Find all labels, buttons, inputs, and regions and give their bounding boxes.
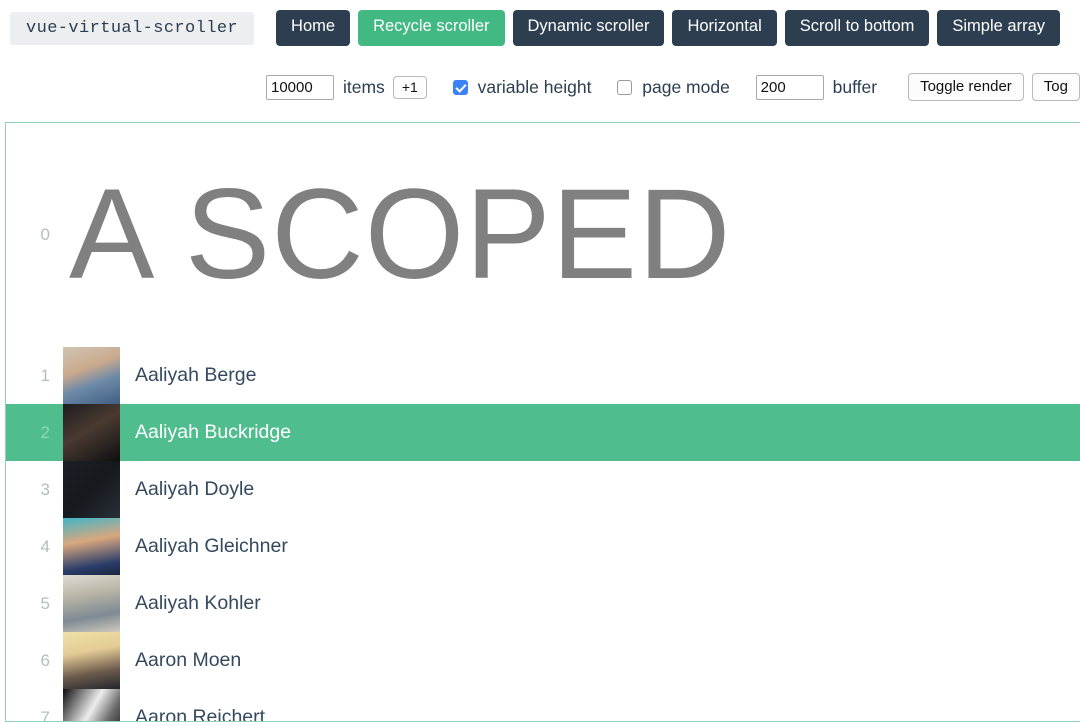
list-item[interactable]: 5 Aaliyah Kohler <box>6 575 1080 632</box>
variable-height-checkbox-group[interactable]: variable height <box>453 77 592 98</box>
demo-controls-bar: items +1 variable height page mode buffe… <box>0 56 1080 118</box>
toggle-render-button[interactable]: Toggle render <box>908 73 1024 101</box>
list-item[interactable]: 6 Aaron Moen <box>6 632 1080 689</box>
nav-button-horizontal[interactable]: Horizontal <box>672 10 776 46</box>
toggle-secondary-button[interactable]: Tog <box>1032 73 1080 101</box>
item-index: 4 <box>6 537 63 557</box>
avatar <box>63 461 120 518</box>
page-mode-checkbox-group[interactable]: page mode <box>617 77 730 98</box>
item-name: Aaliyah Gleichner <box>135 535 288 558</box>
list-item[interactable]: 2 Aaliyah Buckridge <box>6 404 1080 461</box>
page-mode-checkbox[interactable] <box>617 80 632 95</box>
recycle-scroller-viewport[interactable]: 0 A SCOPED 1 Aaliyah Berge 2 Aaliyah Buckri… <box>5 122 1080 722</box>
buffer-input[interactable] <box>756 75 824 100</box>
item-index: 2 <box>6 423 63 443</box>
item-name: Aaliyah Kohler <box>135 592 261 615</box>
nav-button-scroll-to-bottom[interactable]: Scroll to bottom <box>785 10 930 46</box>
avatar <box>63 632 120 689</box>
item-name: Aaliyah Berge <box>135 364 256 387</box>
item-name: Aaron Reichert <box>135 706 265 722</box>
buffer-label: buffer <box>833 77 877 98</box>
item-index: 0 <box>6 225 63 245</box>
scoped-header-item[interactable]: 0 A SCOPED <box>6 123 1080 347</box>
page-mode-label: page mode <box>642 77 730 98</box>
item-index: 1 <box>6 366 63 386</box>
avatar <box>63 404 120 461</box>
list-item[interactable]: 1 Aaliyah Berge <box>6 347 1080 404</box>
item-index: 6 <box>6 651 63 671</box>
avatar <box>63 689 120 722</box>
avatar <box>63 575 120 632</box>
nav-button-recycle-scroller[interactable]: Recycle scroller <box>358 10 504 46</box>
scoped-header-title: A SCOPED <box>69 171 731 299</box>
item-index: 5 <box>6 594 63 614</box>
avatar <box>63 518 120 575</box>
nav-button-dynamic-scroller[interactable]: Dynamic scroller <box>513 10 665 46</box>
nav-button-group: HomeRecycle scrollerDynamic scrollerHori… <box>276 10 1068 46</box>
scroller-item-list: 1 Aaliyah Berge 2 Aaliyah Buckridge 3 Aaliyah… <box>6 347 1080 722</box>
variable-height-label: variable height <box>478 77 592 98</box>
items-label: items <box>343 77 385 98</box>
nav-button-home[interactable]: Home <box>276 10 350 46</box>
item-index: 3 <box>6 480 63 500</box>
variable-height-checkbox[interactable] <box>453 80 468 95</box>
list-item[interactable]: 3 Aaliyah Doyle <box>6 461 1080 518</box>
item-index: 7 <box>6 708 63 722</box>
add-one-item-button[interactable]: +1 <box>393 76 427 99</box>
top-navigation-bar: vue-virtual-scroller HomeRecycle scrolle… <box>0 0 1080 56</box>
nav-button-simple-array[interactable]: Simple array <box>937 10 1060 46</box>
item-name: Aaron Moen <box>135 649 241 672</box>
avatar <box>63 347 120 404</box>
app-brand-label: vue-virtual-scroller <box>10 12 254 45</box>
item-name: Aaliyah Doyle <box>135 478 254 501</box>
list-item[interactable]: 7 Aaron Reichert <box>6 689 1080 722</box>
items-count-input[interactable] <box>266 75 334 100</box>
list-item[interactable]: 4 Aaliyah Gleichner <box>6 518 1080 575</box>
item-name: Aaliyah Buckridge <box>135 421 291 444</box>
